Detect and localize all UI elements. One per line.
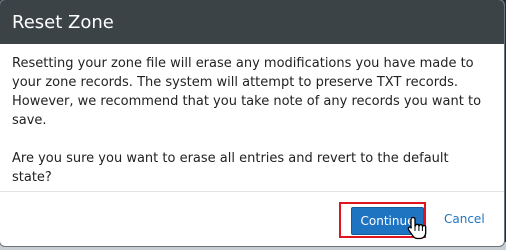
confirmation-question: Are you sure you want to erase all entri… (12, 151, 449, 185)
reset-zone-dialog: Reset Zone Resetting your zone file will… (0, 0, 504, 246)
hand-pointer-icon (407, 216, 427, 240)
dialog-header: Reset Zone (0, 0, 504, 44)
cancel-link[interactable]: Cancel (444, 212, 485, 226)
dialog-title: Reset Zone (12, 11, 114, 33)
warning-text: Resetting your zone file will erase any … (12, 56, 482, 128)
dialog-body: Resetting your zone file will erase any … (0, 44, 504, 187)
dialog-footer: Continue Cancel (0, 192, 504, 246)
